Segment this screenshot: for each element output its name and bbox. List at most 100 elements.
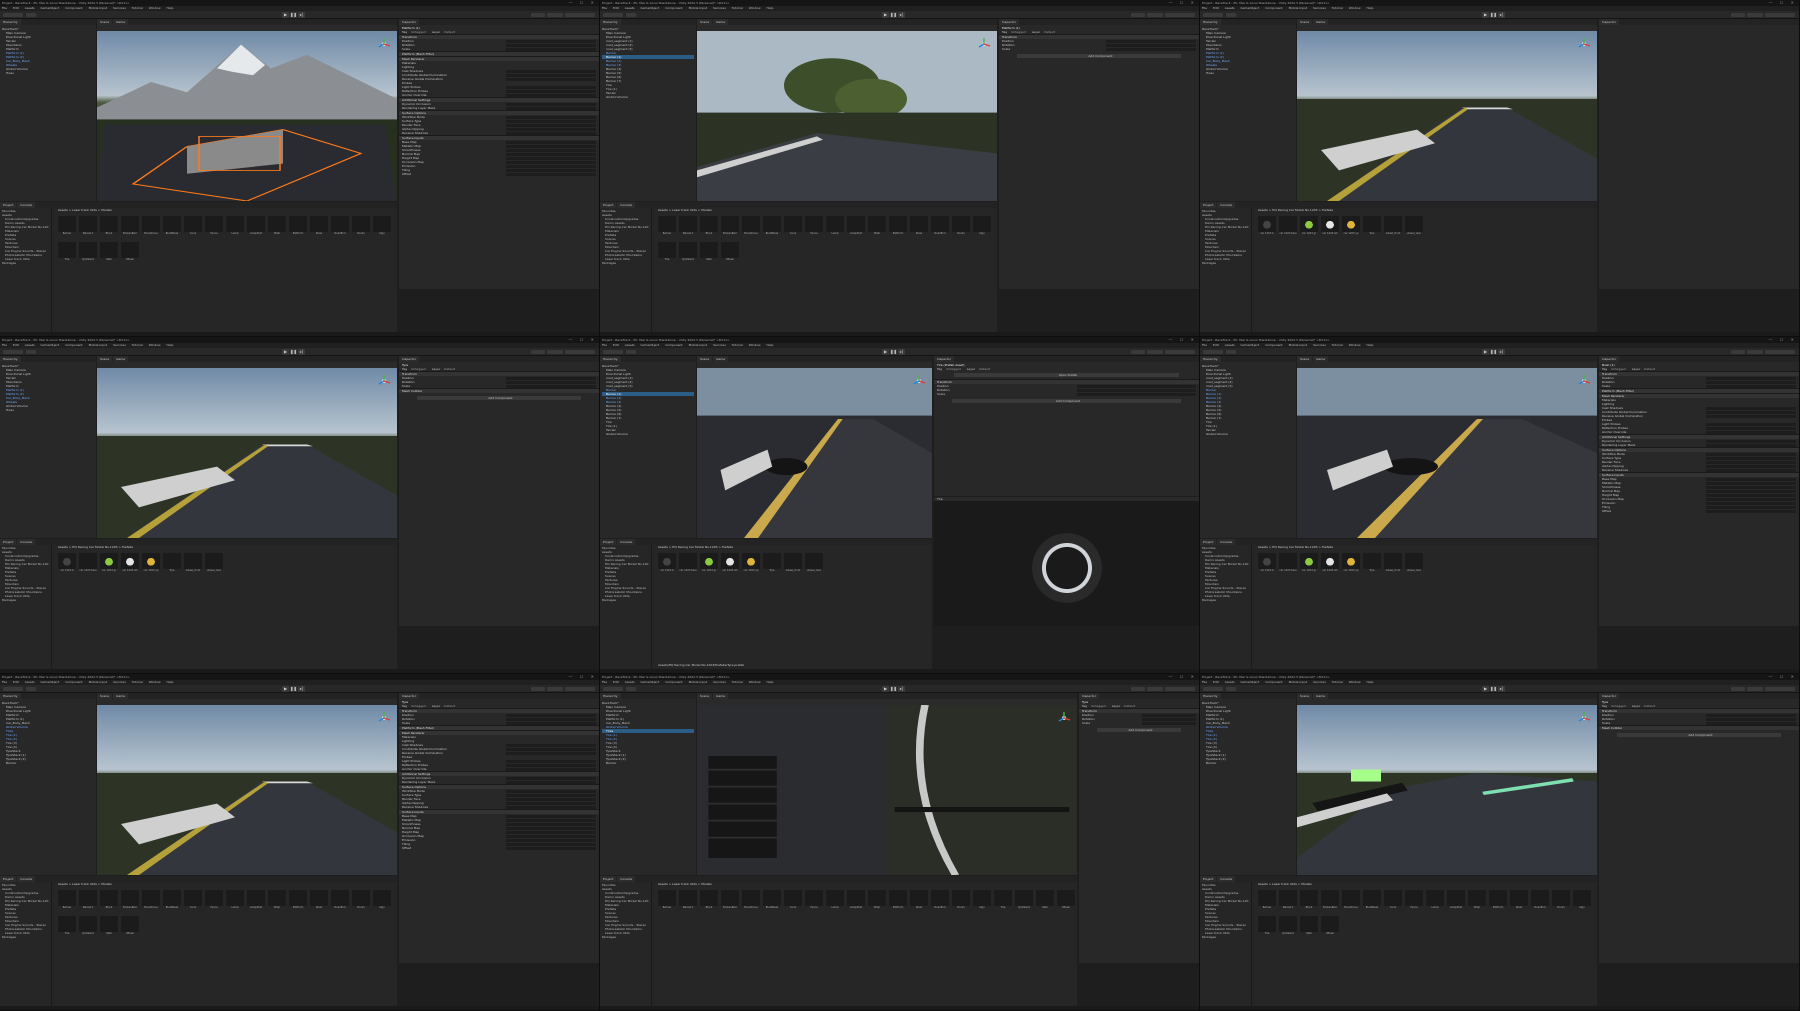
scene-view[interactable] (1297, 31, 1597, 201)
project-asset[interactable]: BrokenBarr (721, 216, 739, 238)
project-asset[interactable]: car 1203 gr (1300, 216, 1318, 238)
menu-component[interactable]: Component (665, 6, 682, 10)
hierarchy-item[interactable]: Barrier (1202, 761, 1294, 765)
layers-dropdown[interactable] (1747, 350, 1763, 354)
project-asset[interactable]: TyreStack (679, 242, 697, 264)
menu-services[interactable]: Services (113, 6, 126, 10)
project-asset[interactable]: BrushCone (142, 216, 160, 238)
project-asset[interactable]: Barrier (658, 216, 676, 238)
project-asset[interactable]: Barrier1 (79, 216, 97, 238)
play-button[interactable]: ▶ (1482, 349, 1489, 355)
additional-field-value[interactable] (1706, 443, 1796, 447)
pause-button[interactable]: ❚❚ (890, 349, 897, 355)
project-asset[interactable]: car 1203 wh (1321, 553, 1339, 575)
project-asset[interactable]: car 1203 blue (679, 553, 697, 575)
pause-button[interactable]: ❚❚ (290, 686, 297, 692)
project-asset[interactable]: Rocks (952, 890, 970, 912)
tab-inspector[interactable]: Inspector (1599, 19, 1619, 25)
tag-value[interactable]: Untagged (411, 367, 426, 371)
menu-tutorial[interactable]: Tutorial (1332, 343, 1343, 347)
menu-assets[interactable]: Assets (25, 343, 35, 347)
project-asset[interactable]: Wall (700, 242, 718, 264)
menu-gameobject[interactable]: GameObject (1241, 680, 1260, 684)
menu-assets[interactable]: Assets (25, 680, 35, 684)
menu-file[interactable]: File (602, 680, 607, 684)
tag-value[interactable]: Untagged (1091, 704, 1106, 708)
menu-assets[interactable]: Assets (1225, 680, 1235, 684)
project-asset[interactable]: Lamp (826, 216, 844, 238)
scene-orientation-gizmo-icon[interactable] (377, 37, 391, 51)
project-asset[interactable]: Fence (805, 216, 823, 238)
project-asset[interactable]: wheel_front (184, 553, 202, 575)
project-asset[interactable]: car 1203 b (1258, 553, 1276, 575)
menu-mobile-input[interactable]: Mobile Input (689, 680, 708, 684)
project-asset[interactable]: BuildRoad (163, 216, 181, 238)
menu-edit[interactable]: Edit (1213, 680, 1219, 684)
scene-orientation-gizmo-icon[interactable] (1577, 374, 1591, 388)
project-asset[interactable]: Lamp (1426, 890, 1444, 912)
layout-dropdown[interactable] (1765, 13, 1795, 17)
transform-row-field[interactable] (1706, 721, 1796, 725)
menu-window[interactable]: Window (149, 343, 161, 347)
additional-field-value[interactable] (506, 780, 596, 784)
project-asset[interactable]: BuildRoad (163, 890, 181, 912)
tab-hierarchy[interactable]: Hierarchy (1200, 693, 1221, 699)
project-asset[interactable]: Rocks (352, 890, 370, 912)
project-asset[interactable]: Wheel (1321, 916, 1339, 938)
project-asset[interactable]: Barrier1 (79, 890, 97, 912)
play-button[interactable]: ▶ (1482, 12, 1489, 18)
project-asset[interactable]: Barrier1 (1279, 890, 1297, 912)
project-folder-item[interactable]: Packages (602, 261, 649, 265)
account-dropdown[interactable] (1203, 687, 1223, 691)
menu-services[interactable]: Services (713, 343, 726, 347)
project-asset[interactable]: TyreStack (79, 242, 97, 264)
probe-field-value[interactable] (506, 767, 596, 771)
layers-dropdown[interactable] (547, 13, 563, 17)
step-button[interactable]: ▸| (298, 686, 305, 692)
layout-dropdown[interactable] (565, 13, 595, 17)
menu-edit[interactable]: Edit (613, 680, 619, 684)
add-component-button[interactable]: Add Component (1017, 54, 1181, 58)
scene-view[interactable] (697, 705, 1077, 875)
tag-value[interactable]: Untagged (411, 704, 426, 708)
scene-orientation-gizmo-icon[interactable] (377, 374, 391, 388)
project-asset[interactable]: Cone (784, 216, 802, 238)
step-button[interactable]: ▸| (1498, 12, 1505, 18)
project-asset[interactable]: wheel_rear (805, 553, 823, 575)
tag-value[interactable]: Untagged (1611, 367, 1626, 371)
project-asset[interactable]: Lamp (826, 890, 844, 912)
menu-assets[interactable]: Assets (625, 680, 635, 684)
project-asset[interactable]: Pillar (268, 216, 286, 238)
menu-services[interactable]: Services (1313, 680, 1326, 684)
menu-services[interactable]: Services (713, 6, 726, 10)
project-asset[interactable]: RoadEnd (931, 890, 949, 912)
menu-file[interactable]: File (2, 343, 7, 347)
project-asset[interactable]: Tire (58, 242, 76, 264)
menu-window[interactable]: Window (1349, 343, 1361, 347)
project-asset[interactable]: BrushCone (142, 890, 160, 912)
project-asset[interactable]: BrokenBarr (1321, 890, 1339, 912)
project-asset[interactable]: LampPost (1447, 890, 1465, 912)
project-asset[interactable]: car 1203 b (1258, 216, 1276, 238)
cloud-button[interactable] (1226, 350, 1236, 354)
project-asset[interactable]: Sign (1573, 890, 1591, 912)
tag-value[interactable]: Untagged (411, 30, 426, 34)
cloud-button[interactable] (626, 13, 636, 17)
menu-component[interactable]: Component (1265, 343, 1282, 347)
project-asset[interactable]: RoadEnd (331, 216, 349, 238)
project-asset[interactable]: Rocks (1552, 890, 1570, 912)
transform-row-field[interactable] (506, 721, 596, 725)
project-asset[interactable]: Road (910, 216, 928, 238)
project-asset[interactable]: Cone (184, 890, 202, 912)
project-asset[interactable]: Tyre (763, 553, 781, 575)
account-dropdown[interactable] (1203, 350, 1223, 354)
project-asset[interactable]: RoadEnd (331, 890, 349, 912)
layout-dropdown[interactable] (565, 687, 595, 691)
project-asset[interactable]: Wall (1036, 890, 1054, 912)
layer-value[interactable]: Default (1644, 367, 1655, 371)
project-asset[interactable]: Barrier (58, 216, 76, 238)
hierarchy-item[interactable]: Barrier (602, 761, 694, 765)
tab-inspector[interactable]: Inspector (1599, 693, 1619, 699)
menu-edit[interactable]: Edit (13, 343, 19, 347)
menu-tutorial[interactable]: Tutorial (732, 6, 743, 10)
